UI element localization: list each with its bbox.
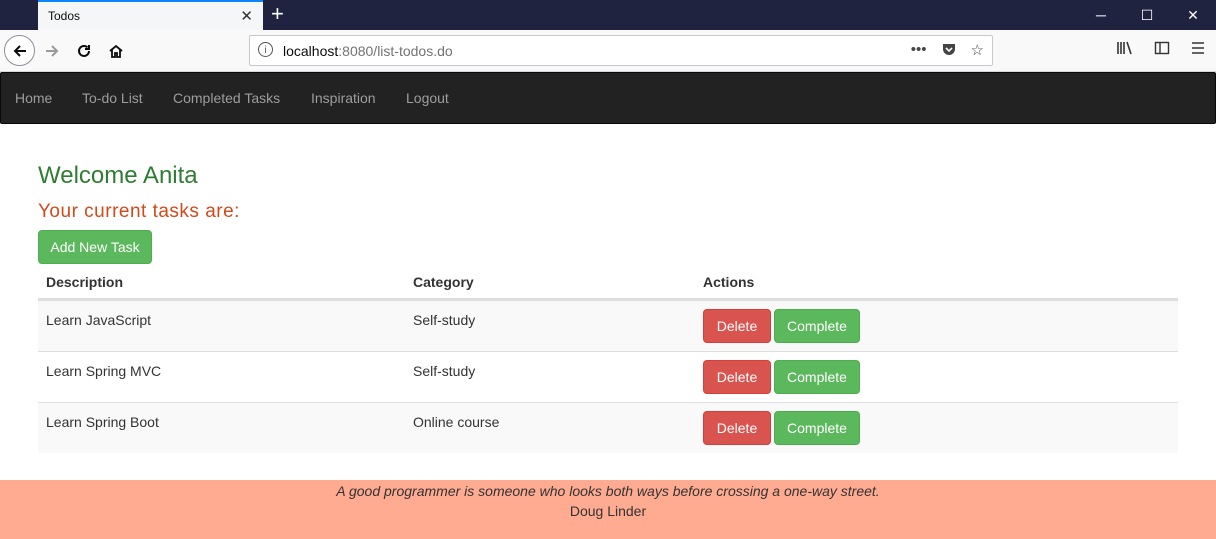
url-bar[interactable]: i localhost:8080/list-todos.do ••• ☆	[249, 35, 993, 66]
add-new-task-button[interactable]: Add New Task	[38, 230, 152, 264]
browser-tab[interactable]: Todos ✕	[38, 0, 263, 30]
menu-icon[interactable]	[1190, 40, 1206, 61]
pocket-icon[interactable]	[941, 41, 957, 61]
task-description: Learn Spring MVC	[46, 363, 162, 379]
app-navbar: Home To-do List Completed Tasks Inspirat…	[0, 72, 1216, 124]
sidebar-icon[interactable]	[1154, 40, 1170, 61]
complete-button[interactable]: Complete	[774, 360, 860, 394]
library-icon[interactable]	[1116, 40, 1134, 61]
quote-text: A good programmer is someone who looks b…	[336, 483, 880, 499]
complete-button[interactable]: Complete	[774, 309, 860, 343]
reload-icon[interactable]	[69, 36, 99, 66]
complete-button[interactable]: Complete	[774, 411, 860, 445]
welcome-heading: Welcome Anita	[38, 162, 198, 189]
table-row: Learn Spring MVC Self-study Delete Compl…	[38, 351, 1178, 402]
task-category: Self-study	[413, 363, 476, 379]
task-category: Self-study	[413, 312, 476, 328]
home-icon[interactable]	[101, 36, 131, 66]
tasks-subtitle: Your current tasks are:	[38, 201, 240, 222]
close-tab-icon[interactable]: ✕	[240, 7, 253, 25]
table-header: Description Category Actions	[38, 264, 1178, 300]
window-close-icon[interactable]: ✕	[1170, 0, 1216, 30]
table-row: Learn JavaScript Self-study Delete Compl…	[38, 300, 1178, 351]
page-actions-icon[interactable]: •••	[911, 41, 927, 61]
maximize-icon[interactable]: ☐	[1124, 0, 1170, 30]
nav-inspiration[interactable]: Inspiration	[311, 90, 376, 106]
nav-home[interactable]: Home	[15, 90, 52, 106]
nav-logout[interactable]: Logout	[406, 90, 449, 106]
nav-completed-tasks[interactable]: Completed Tasks	[173, 90, 280, 106]
delete-button[interactable]: Delete	[703, 411, 771, 445]
table-row: Learn Spring Boot Online course Delete C…	[38, 402, 1178, 453]
browser-toolbar: i localhost:8080/list-todos.do ••• ☆	[0, 30, 1216, 72]
quote-footer: A good programmer is someone who looks b…	[0, 480, 1216, 539]
header-actions: Actions	[703, 274, 755, 290]
header-description: Description	[46, 274, 124, 290]
url-text: localhost:8080/list-todos.do	[283, 43, 453, 59]
site-info-icon[interactable]: i	[258, 42, 273, 57]
task-description: Learn JavaScript	[46, 312, 152, 328]
task-category: Online course	[413, 414, 500, 430]
minimize-icon[interactable]: ─	[1078, 0, 1124, 30]
new-tab-icon[interactable]: +	[271, 2, 284, 26]
nav-todo-list[interactable]: To-do List	[82, 90, 143, 106]
forward-icon[interactable]	[37, 36, 67, 66]
browser-tab-strip: Todos ✕ + ─ ☐ ✕	[0, 0, 1216, 30]
delete-button[interactable]: Delete	[703, 309, 771, 343]
header-category: Category	[413, 274, 474, 290]
tab-title: Todos	[48, 9, 81, 23]
quote-author: Doug Linder	[569, 503, 647, 519]
tasks-table: Description Category Actions Learn JavaS…	[38, 264, 1178, 453]
back-icon[interactable]	[4, 35, 35, 66]
bookmark-star-icon[interactable]: ☆	[971, 41, 984, 61]
task-description: Learn Spring Boot	[46, 414, 159, 430]
delete-button[interactable]: Delete	[703, 360, 771, 394]
